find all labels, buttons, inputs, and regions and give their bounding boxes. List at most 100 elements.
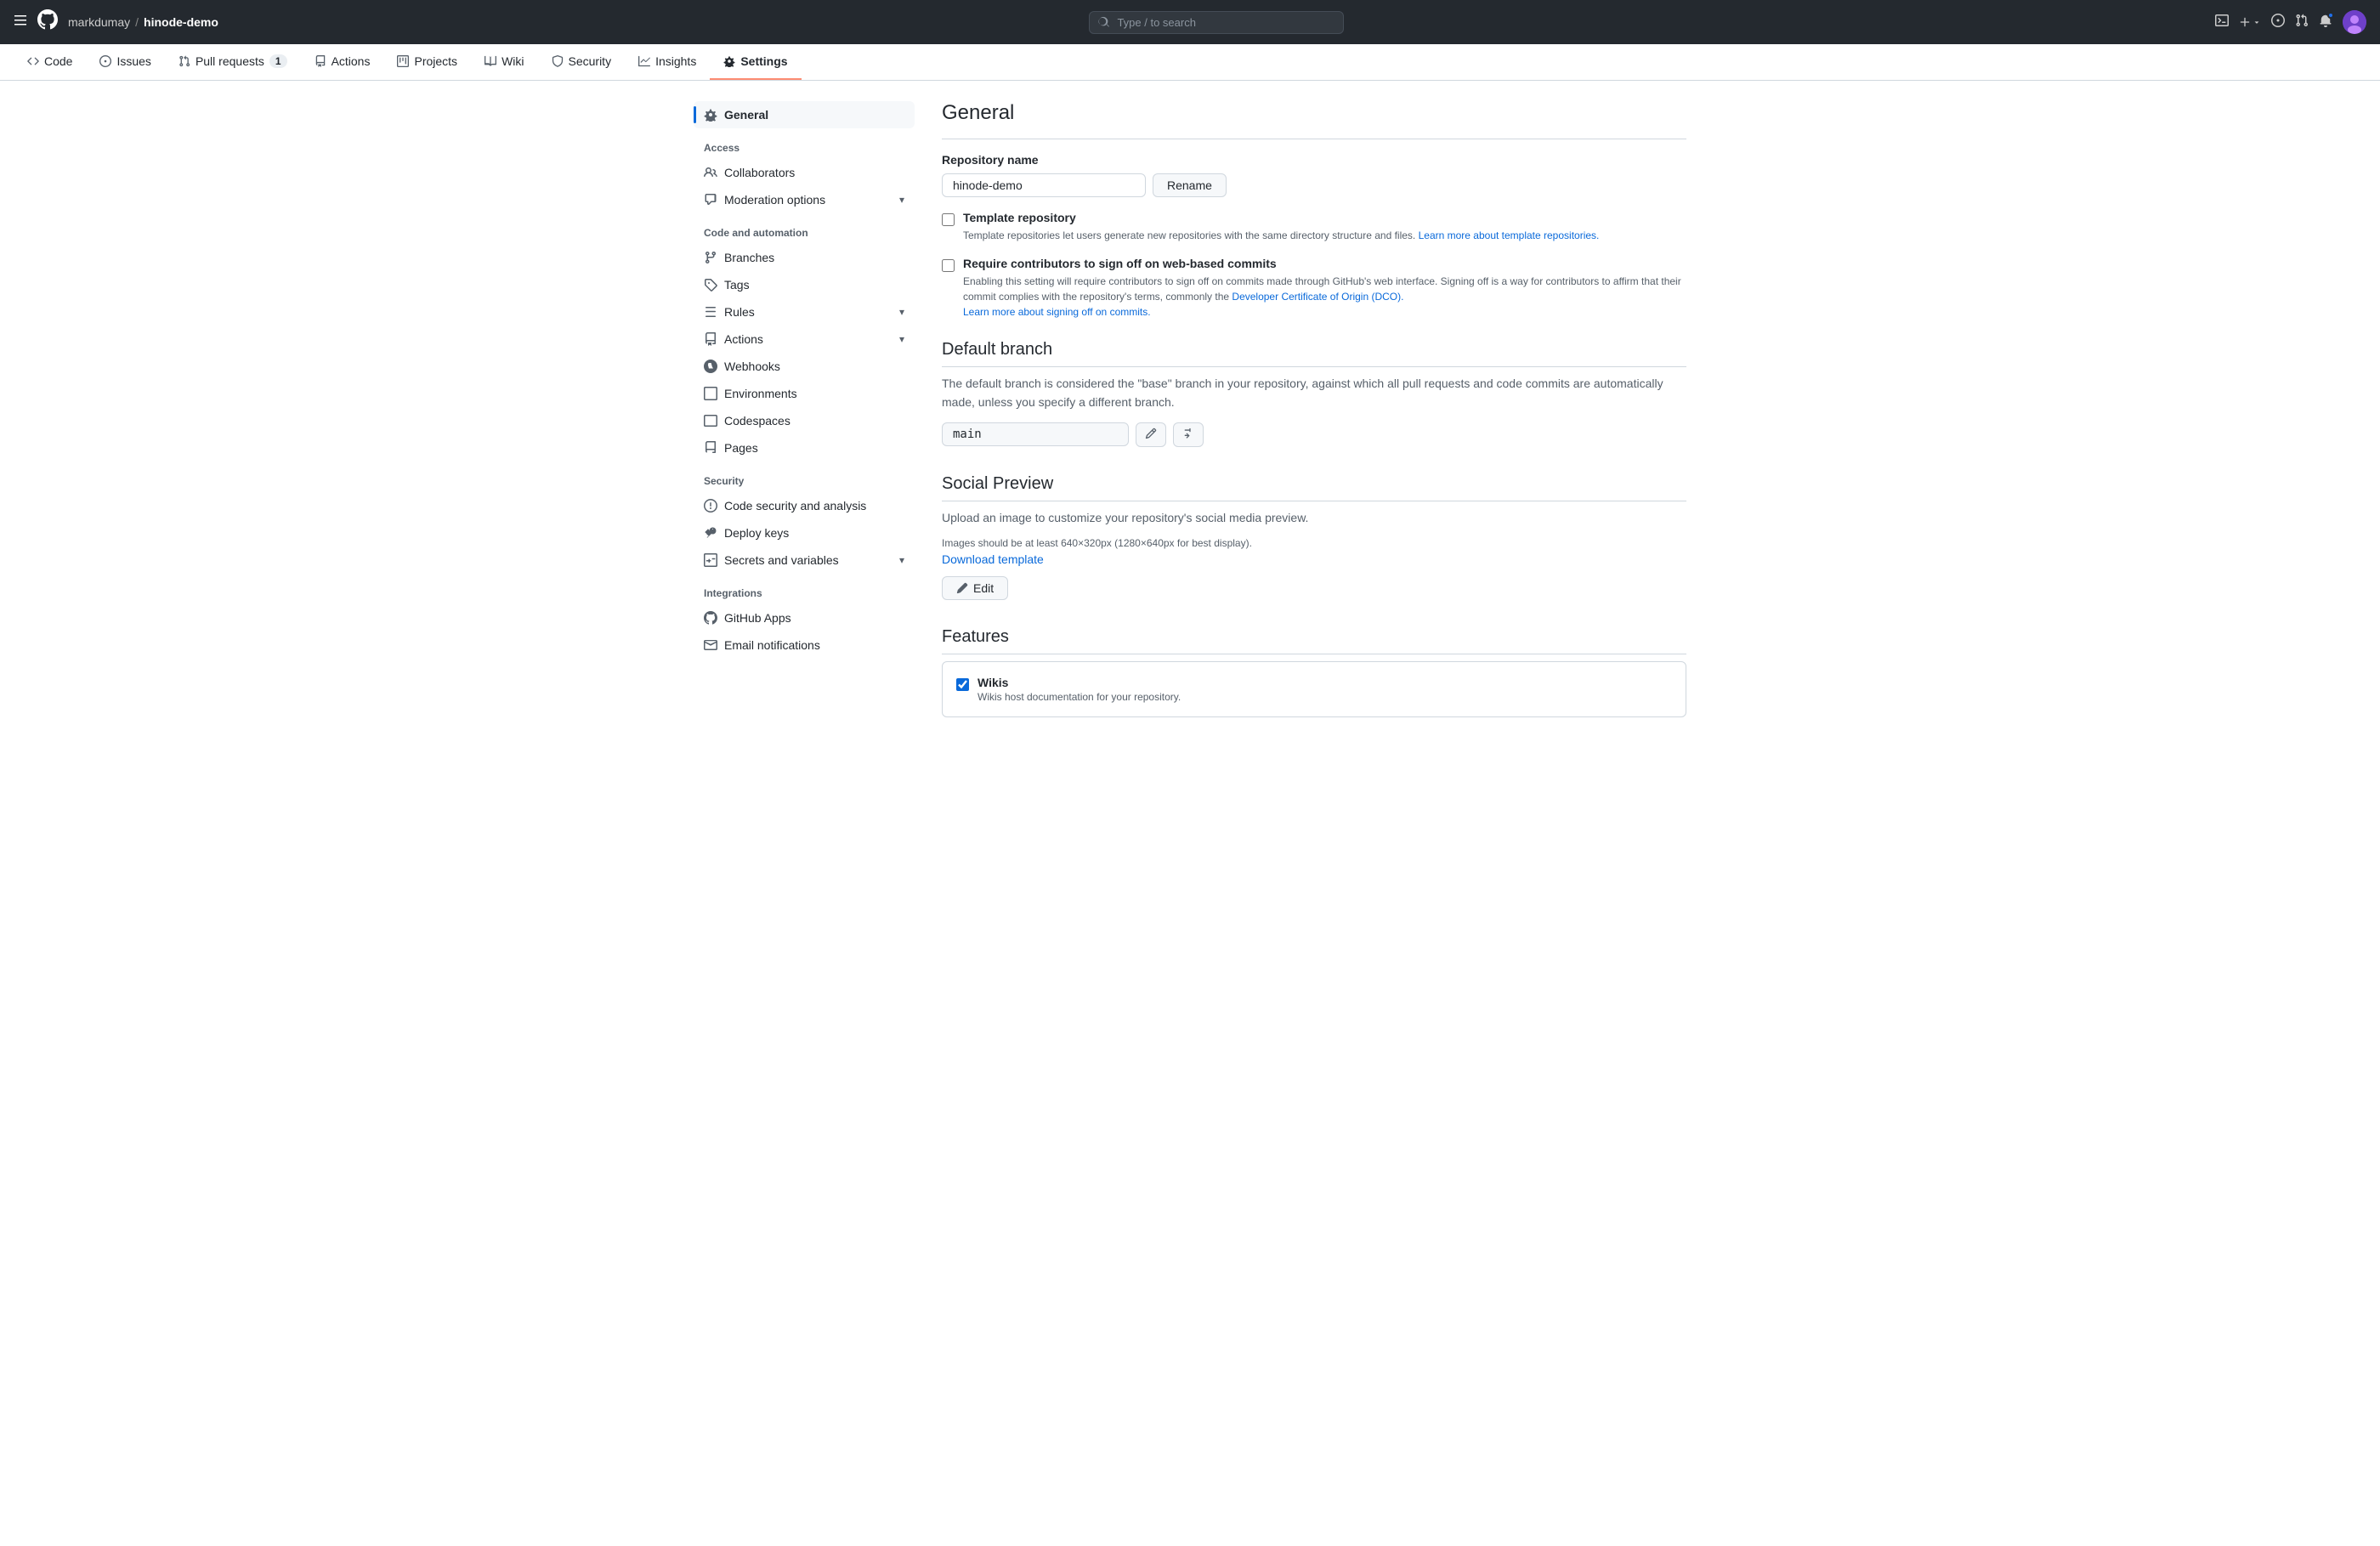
sidebar-environments-label: Environments	[724, 387, 797, 400]
nav-issues[interactable]: Issues	[86, 44, 164, 80]
sidebar-item-collaborators[interactable]: Collaborators	[694, 159, 915, 186]
nav-settings[interactable]: Settings	[710, 44, 801, 80]
nav-insights-label: Insights	[655, 54, 696, 68]
nav-security-label: Security	[569, 54, 612, 68]
sidebar-item-actions[interactable]: Actions ▾	[694, 326, 915, 353]
social-preview-desc2: Images should be at least 640×320px (128…	[942, 537, 1686, 549]
nav-wiki-label: Wiki	[502, 54, 524, 68]
webhooks-icon	[704, 360, 717, 373]
sidebar-rules-label: Rules	[724, 305, 755, 319]
nav-actions[interactable]: Actions	[301, 44, 384, 80]
collaborators-icon	[704, 166, 717, 179]
sidebar-section-integrations: Integrations	[694, 574, 915, 604]
sidebar-general-label: General	[724, 108, 768, 122]
email-notifications-icon	[704, 638, 717, 652]
wikis-label: Wikis	[978, 676, 1181, 689]
sign-off-learn-more[interactable]: Learn more about signing off on commits.	[963, 306, 1151, 318]
notifications-icon[interactable]	[2319, 14, 2332, 31]
wikis-desc: Wikis host documentation for your reposi…	[978, 691, 1181, 703]
swap-branch-button[interactable]	[1173, 422, 1204, 447]
sidebar-tags-label: Tags	[724, 278, 750, 292]
sign-off-checkbox[interactable]	[942, 259, 955, 272]
search-icon	[1098, 16, 1110, 28]
search-area: Type / to search	[232, 11, 2202, 34]
edit-icon	[956, 582, 968, 594]
edit-button-label: Edit	[973, 581, 994, 595]
sidebar-item-codespaces[interactable]: Codespaces	[694, 407, 915, 434]
hamburger-menu[interactable]	[14, 14, 27, 31]
download-template-link[interactable]: Download template	[942, 552, 1686, 566]
template-repo-desc: Template repositories let users generate…	[963, 228, 1599, 243]
sidebar-section-access: Access	[694, 128, 915, 159]
code-security-icon	[704, 499, 717, 513]
sidebar-item-environments[interactable]: Environments	[694, 380, 915, 407]
rename-button[interactable]: Rename	[1153, 173, 1227, 197]
sidebar-code-security-label: Code security and analysis	[724, 499, 866, 513]
issues-nav-icon	[99, 55, 111, 67]
avatar[interactable]	[2343, 10, 2366, 34]
sidebar-item-email-notifications[interactable]: Email notifications	[694, 631, 915, 659]
default-branch-desc: The default branch is considered the "ba…	[942, 374, 1686, 412]
nav-code[interactable]: Code	[14, 44, 86, 80]
social-preview-title: Social Preview	[942, 474, 1686, 501]
wiki-nav-icon	[484, 55, 496, 67]
top-bar-right	[2215, 10, 2366, 34]
nav-code-label: Code	[44, 54, 72, 68]
actions-nav-icon	[314, 55, 326, 67]
github-logo[interactable]	[37, 9, 58, 36]
insights-nav-icon	[638, 55, 650, 67]
sidebar-item-moderation[interactable]: Moderation options ▾	[694, 186, 915, 213]
secrets-chevron: ▾	[899, 554, 904, 566]
pr-nav-icon	[178, 55, 190, 67]
notification-dot	[2327, 12, 2334, 19]
sidebar-item-webhooks[interactable]: Webhooks	[694, 353, 915, 380]
sidebar-item-rules[interactable]: Rules ▾	[694, 298, 915, 326]
search-bar[interactable]: Type / to search	[1089, 11, 1344, 34]
dco-link[interactable]: Developer Certificate of Origin (DCO).	[1232, 291, 1403, 303]
search-placeholder: Type / to search	[1117, 16, 1196, 29]
sidebar: General Access Collaborators Moderation …	[694, 101, 915, 724]
nav-security[interactable]: Security	[538, 44, 626, 80]
sidebar-codespaces-label: Codespaces	[724, 414, 790, 428]
nav-wiki[interactable]: Wiki	[471, 44, 537, 80]
repo-name-label: Repository name	[942, 153, 1686, 167]
repo-name-input[interactable]	[942, 173, 1146, 197]
sidebar-item-general[interactable]: General	[694, 101, 915, 128]
nav-insights[interactable]: Insights	[625, 44, 710, 80]
sign-off-desc: Enabling this setting will require contr…	[963, 274, 1686, 320]
template-repo-checkbox[interactable]	[942, 213, 955, 226]
pr-badge: 1	[269, 54, 287, 68]
sidebar-item-code-security[interactable]: Code security and analysis	[694, 492, 915, 519]
projects-nav-icon	[397, 55, 409, 67]
github-apps-icon	[704, 611, 717, 625]
settings-nav-icon	[723, 55, 735, 67]
repo-name-section: Repository name Rename	[942, 153, 1686, 197]
security-nav-icon	[552, 55, 564, 67]
issues-icon[interactable]	[2271, 14, 2285, 31]
sidebar-item-branches[interactable]: Branches	[694, 244, 915, 271]
sign-off-row: Require contributors to sign off on web-…	[942, 257, 1686, 320]
general-icon	[704, 108, 717, 122]
pull-requests-icon[interactable]	[2295, 14, 2309, 31]
nav-pull-requests[interactable]: Pull requests 1	[165, 44, 301, 80]
sidebar-item-secrets[interactable]: Secrets and variables ▾	[694, 546, 915, 574]
new-item-button[interactable]	[2239, 16, 2261, 28]
nav-projects-label: Projects	[414, 54, 457, 68]
edit-branch-button[interactable]	[1136, 422, 1166, 447]
sidebar-item-pages[interactable]: Pages	[694, 434, 915, 462]
template-repo-learn-more[interactable]: Learn more about template repositories.	[1419, 229, 1600, 241]
repo-owner[interactable]: markdumay	[68, 15, 130, 29]
nav-projects[interactable]: Projects	[383, 44, 471, 80]
nav-issues-label: Issues	[116, 54, 150, 68]
sidebar-item-github-apps[interactable]: GitHub Apps	[694, 604, 915, 631]
terminal-icon[interactable]	[2215, 14, 2229, 31]
sign-off-label: Require contributors to sign off on web-…	[963, 257, 1686, 270]
repo-name[interactable]: hinode-demo	[144, 15, 218, 29]
top-bar-left: markdumay / hinode-demo	[14, 9, 218, 36]
wikis-checkbox[interactable]	[956, 678, 969, 691]
pages-icon	[704, 441, 717, 455]
actions-chevron: ▾	[899, 333, 904, 345]
sidebar-item-tags[interactable]: Tags	[694, 271, 915, 298]
edit-social-preview-button[interactable]: Edit	[942, 576, 1008, 600]
sidebar-item-deploy-keys[interactable]: Deploy keys	[694, 519, 915, 546]
